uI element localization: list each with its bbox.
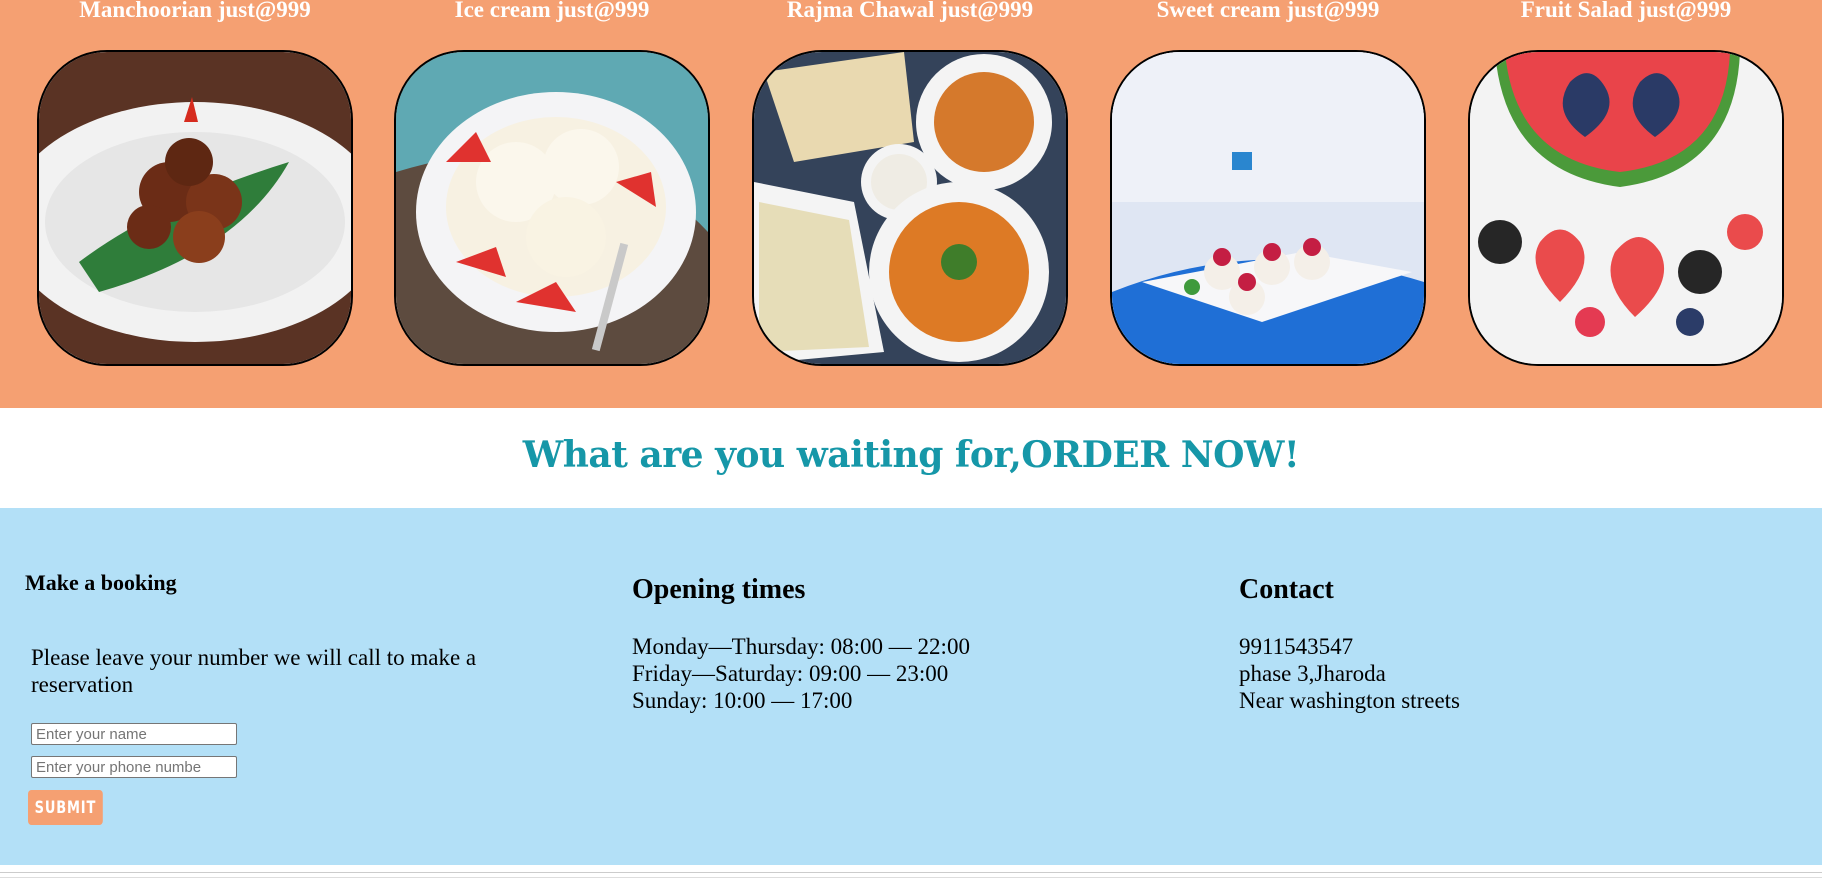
phone-input[interactable] — [31, 756, 237, 778]
contact-list: 9911543547 phase 3,Jharoda Near washingt… — [1239, 633, 1460, 714]
menu-card-title: Sweet cream just@999 — [1156, 0, 1380, 22]
opening-times-line: Monday—Thursday: 08:00 — 22:00 — [632, 634, 970, 659]
sweet-cream-photo-icon — [1110, 50, 1426, 366]
contact-title: Contact — [1239, 574, 1334, 605]
menu-card-title: Ice cream just@999 — [454, 0, 650, 22]
menu-card-sweet-cream[interactable]: Sweet cream just@999 — [1110, 0, 1426, 366]
order-now-heading: What are you waiting for,ORDER NOW! — [522, 434, 1300, 476]
manchurian-photo-icon — [37, 50, 353, 366]
contact-address-line: Near washington streets — [1239, 688, 1460, 713]
opening-times-line: Sunday: 10:00 — 17:00 — [632, 688, 853, 713]
menu-card-title: Fruit Salad just@999 — [1520, 0, 1732, 22]
menu-card-title: Rajma Chawal just@999 — [786, 0, 1034, 22]
menu-card-fruit-salad[interactable]: Fruit Salad just@999 — [1468, 0, 1784, 366]
booking-description: Please leave your number we will call to… — [31, 645, 477, 697]
opening-times-list: Monday—Thursday: 08:00 — 22:00 Friday—Sa… — [632, 633, 970, 714]
menu-card-title: Manchoorian just@999 — [79, 0, 311, 22]
footer: Make a booking Please leave your number … — [0, 508, 1822, 865]
contact-address-line: phase 3,Jharoda — [1239, 661, 1386, 686]
menu-card-rajma-chawal[interactable]: Rajma Chawal just@999 — [752, 0, 1068, 366]
rajma-chawal-photo-icon — [752, 50, 1068, 366]
name-input[interactable] — [31, 723, 237, 745]
submit-button[interactable]: SUBMIT — [28, 790, 103, 825]
opening-times-title: Opening times — [632, 574, 806, 605]
menu-card-ice-cream[interactable]: Ice cream just@999 — [394, 0, 710, 366]
page-bottom-divider — [0, 872, 1822, 878]
order-now-section: What are you waiting for,ORDER NOW! — [0, 408, 1822, 508]
menu-section: Manchoorian just@999 Ice cream just@999 — [0, 0, 1822, 408]
opening-times-line: Friday—Saturday: 09:00 — 23:00 — [632, 661, 949, 686]
booking-title: Make a booking — [25, 570, 177, 595]
ice-cream-photo-icon — [394, 50, 710, 366]
contact-phone: 9911543547 — [1239, 634, 1354, 659]
fruit-salad-photo-icon — [1468, 50, 1784, 366]
menu-card-manchoorian[interactable]: Manchoorian just@999 — [37, 0, 353, 366]
